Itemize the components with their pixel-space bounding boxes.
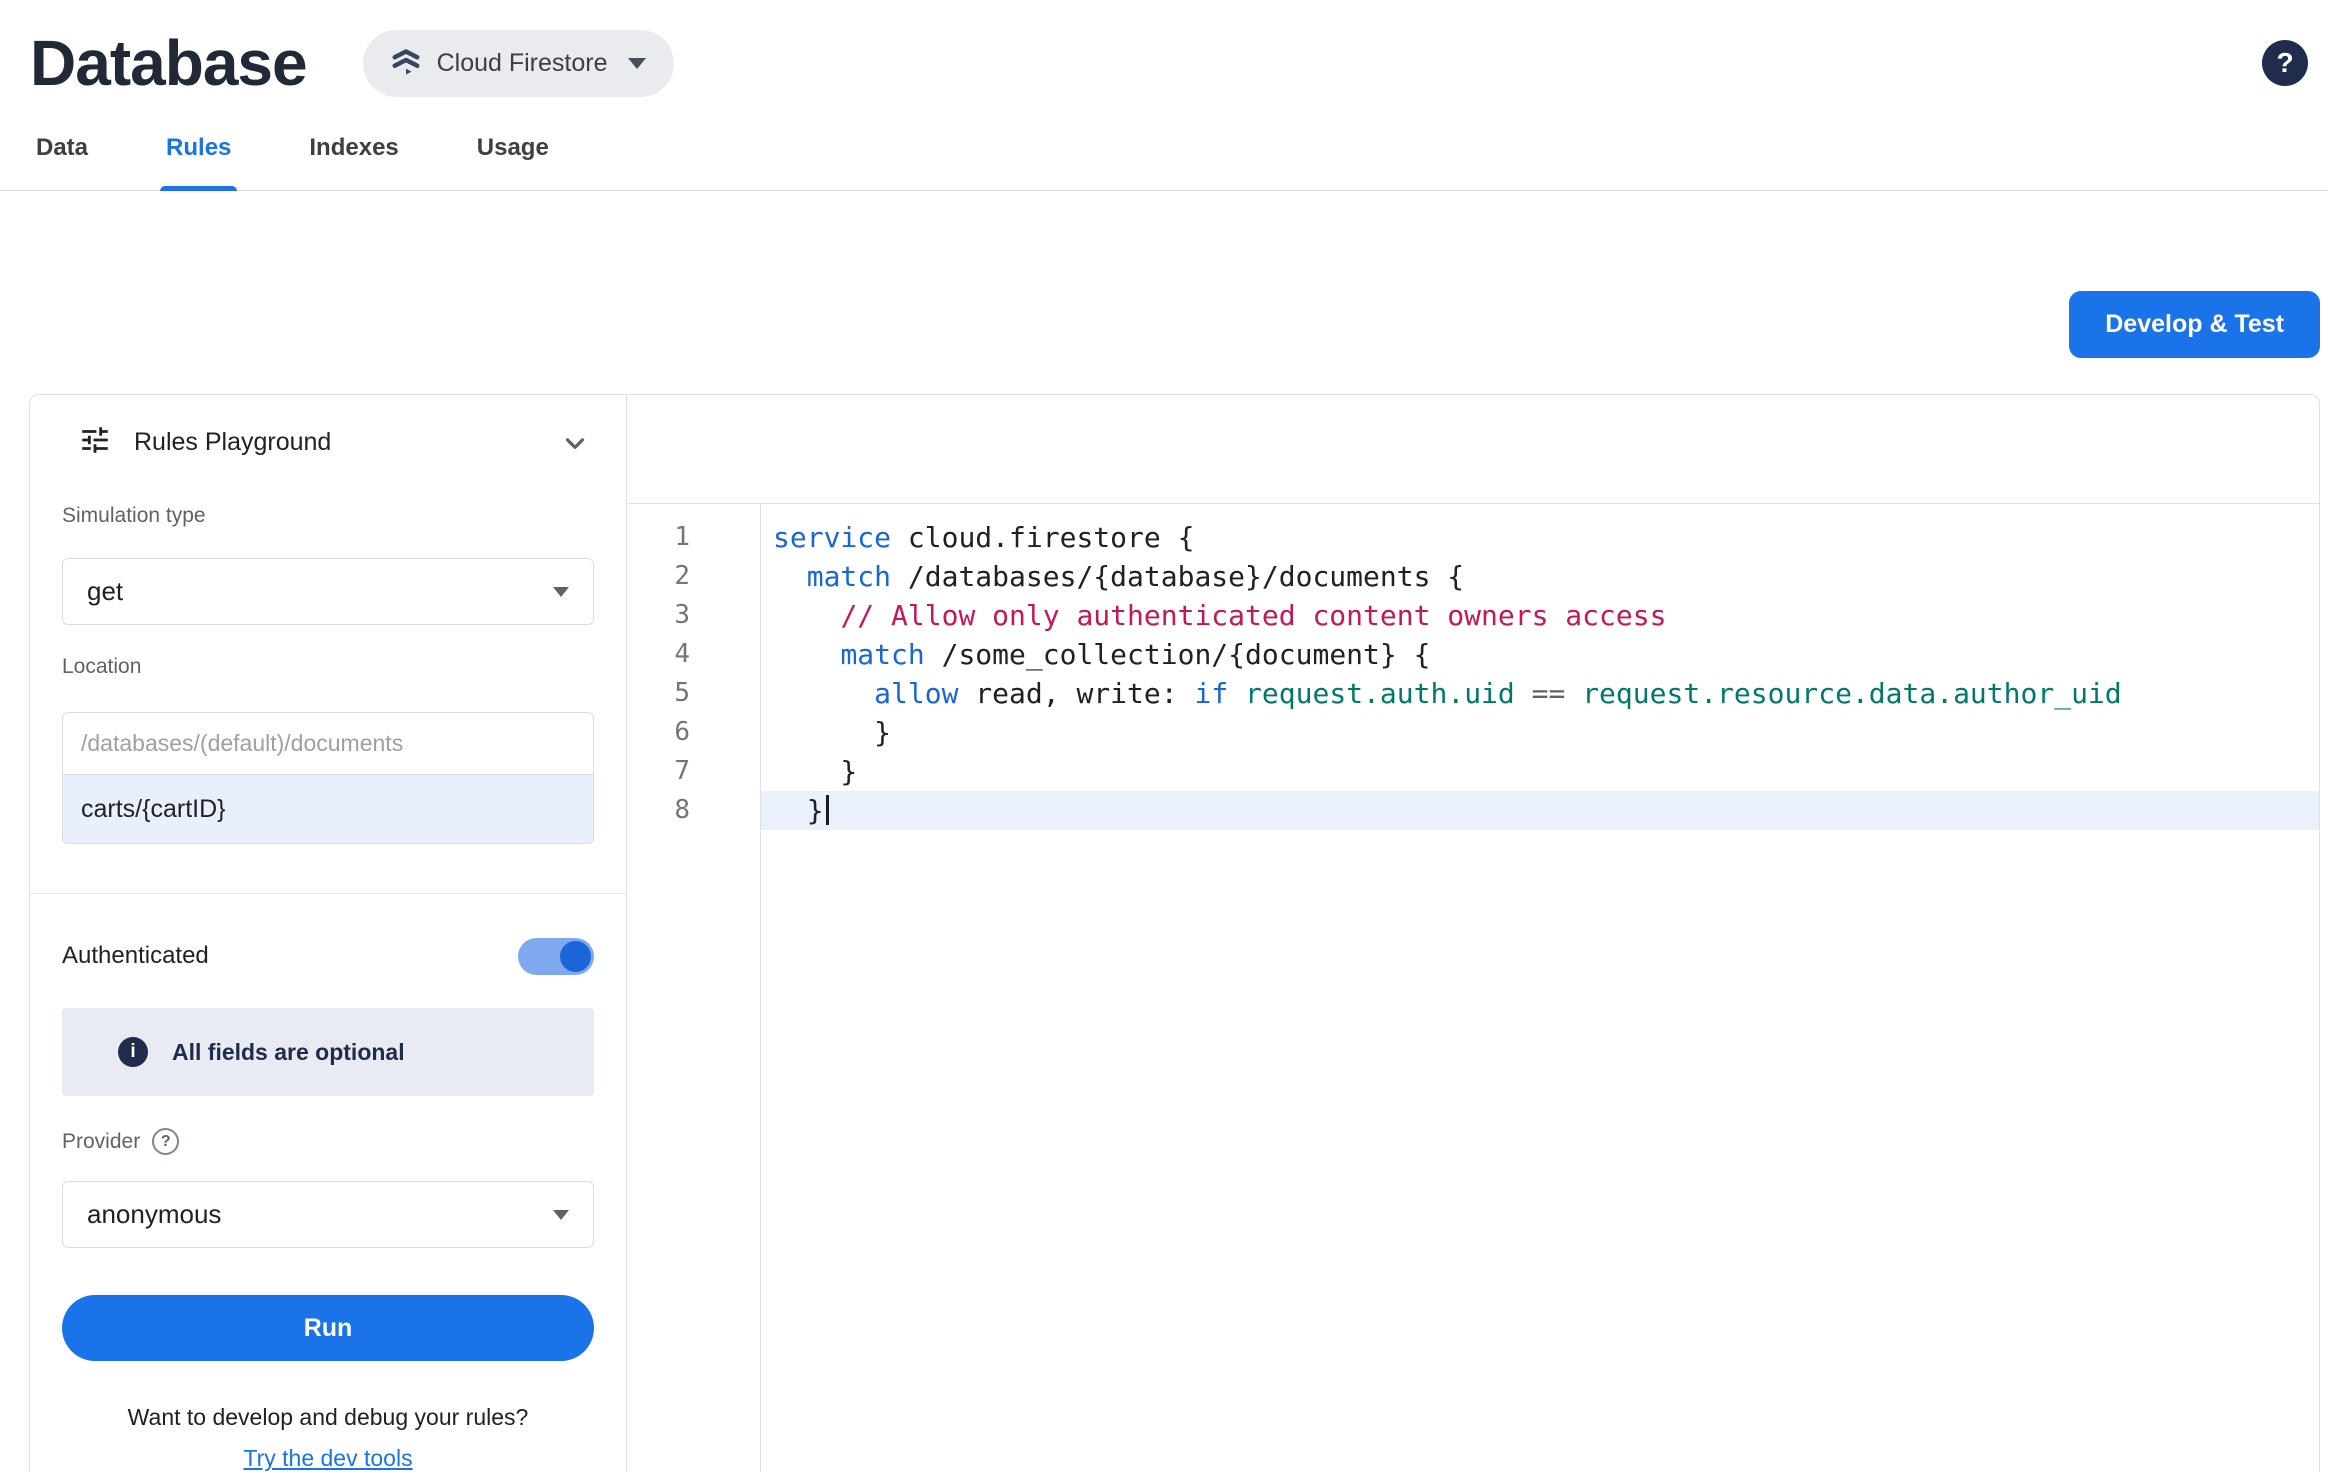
- editor-gutter: 12345678: [627, 504, 761, 1472]
- editor-body[interactable]: 12345678 service cloud.firestore { match…: [627, 504, 2319, 1472]
- toggle-knob: [560, 941, 591, 972]
- playground-form: Simulation type get Location /databases/…: [30, 490, 626, 844]
- develop-test-button[interactable]: Develop & Test: [2069, 291, 2320, 358]
- auth-section: Authenticated i All fields are optional …: [30, 894, 626, 1472]
- editor-code[interactable]: service cloud.firestore { match /databas…: [761, 504, 2319, 1472]
- tune-icon: [78, 423, 112, 462]
- tab-bar: Data Rules Indexes Usage: [0, 106, 2328, 191]
- info-banner: i All fields are optional: [62, 1008, 594, 1096]
- line-number: 6: [627, 713, 760, 752]
- actions-row: Develop & Test: [0, 191, 2328, 394]
- info-banner-text: All fields are optional: [172, 1039, 405, 1066]
- editor-toolbar: [627, 395, 2319, 504]
- tab-rules[interactable]: Rules: [160, 106, 237, 190]
- provider-label-row: Provider ?: [62, 1128, 594, 1155]
- chevron-down-icon: [628, 58, 646, 69]
- code-line-1[interactable]: service cloud.firestore {: [761, 518, 2319, 557]
- location-label: Location: [62, 655, 594, 679]
- playground-header[interactable]: Rules Playground: [30, 395, 626, 490]
- info-icon: i: [118, 1037, 148, 1067]
- database-selector-label: Cloud Firestore: [437, 49, 608, 78]
- line-number: 4: [627, 635, 760, 674]
- code-line-5[interactable]: allow read, write: if request.auth.uid =…: [761, 674, 2319, 713]
- dev-tools-question: Want to develop and debug your rules?: [62, 1404, 594, 1431]
- line-number: 5: [627, 674, 760, 713]
- collapse-chevron-icon[interactable]: [560, 428, 590, 458]
- line-number: 2: [627, 557, 760, 596]
- text-cursor: [826, 795, 829, 825]
- playground-title: Rules Playground: [134, 428, 331, 457]
- provider-value: anonymous: [87, 1199, 221, 1230]
- authenticated-label: Authenticated: [62, 942, 209, 970]
- rules-playground-panel: Rules Playground Simulation type get Loc…: [30, 395, 627, 1472]
- database-selector-chip[interactable]: Cloud Firestore: [363, 30, 674, 97]
- provider-label: Provider: [62, 1130, 140, 1154]
- code-line-4[interactable]: match /some_collection/{document} {: [761, 635, 2319, 674]
- provider-select[interactable]: anonymous: [62, 1181, 594, 1248]
- authenticated-toggle[interactable]: [518, 938, 594, 975]
- tab-indexes[interactable]: Indexes: [303, 106, 404, 190]
- simulation-type-label: Simulation type: [62, 504, 594, 528]
- question-mark-icon: ?: [2276, 47, 2293, 79]
- run-button[interactable]: Run: [62, 1295, 594, 1361]
- help-button[interactable]: ?: [2262, 40, 2308, 86]
- chevron-down-icon: [553, 1210, 569, 1220]
- authenticated-row: Authenticated: [62, 936, 594, 976]
- code-line-3[interactable]: // Allow only authenticated content owne…: [761, 596, 2319, 635]
- firestore-icon: [391, 47, 421, 80]
- rules-editor: 12345678 service cloud.firestore { match…: [627, 395, 2319, 1472]
- rules-panel: Rules Playground Simulation type get Loc…: [29, 394, 2320, 1472]
- firebase-console-page: Database Cloud Firestore ? Data Rules In…: [0, 0, 2328, 1472]
- dev-tools-link[interactable]: Try the dev tools: [243, 1445, 412, 1472]
- chevron-down-icon: [553, 587, 569, 597]
- line-number: 7: [627, 752, 760, 791]
- page-header: Database Cloud Firestore ?: [0, 0, 2328, 106]
- simulation-type-select[interactable]: get: [62, 558, 594, 625]
- simulation-type-value: get: [87, 576, 123, 607]
- line-number: 3: [627, 596, 760, 635]
- line-number: 1: [627, 518, 760, 557]
- code-line-7[interactable]: }: [761, 752, 2319, 791]
- location-prefix: /databases/(default)/documents: [63, 713, 593, 774]
- location-input[interactable]: [63, 774, 593, 843]
- location-input-group: /databases/(default)/documents: [62, 712, 594, 844]
- help-circle-icon[interactable]: ?: [152, 1128, 179, 1155]
- line-number: 8: [627, 791, 760, 830]
- code-line-8[interactable]: }: [761, 791, 2319, 830]
- code-line-6[interactable]: }: [761, 713, 2319, 752]
- tab-data[interactable]: Data: [30, 106, 94, 190]
- page-title: Database: [30, 26, 307, 100]
- tab-usage[interactable]: Usage: [471, 106, 555, 190]
- code-line-2[interactable]: match /databases/{database}/documents {: [761, 557, 2319, 596]
